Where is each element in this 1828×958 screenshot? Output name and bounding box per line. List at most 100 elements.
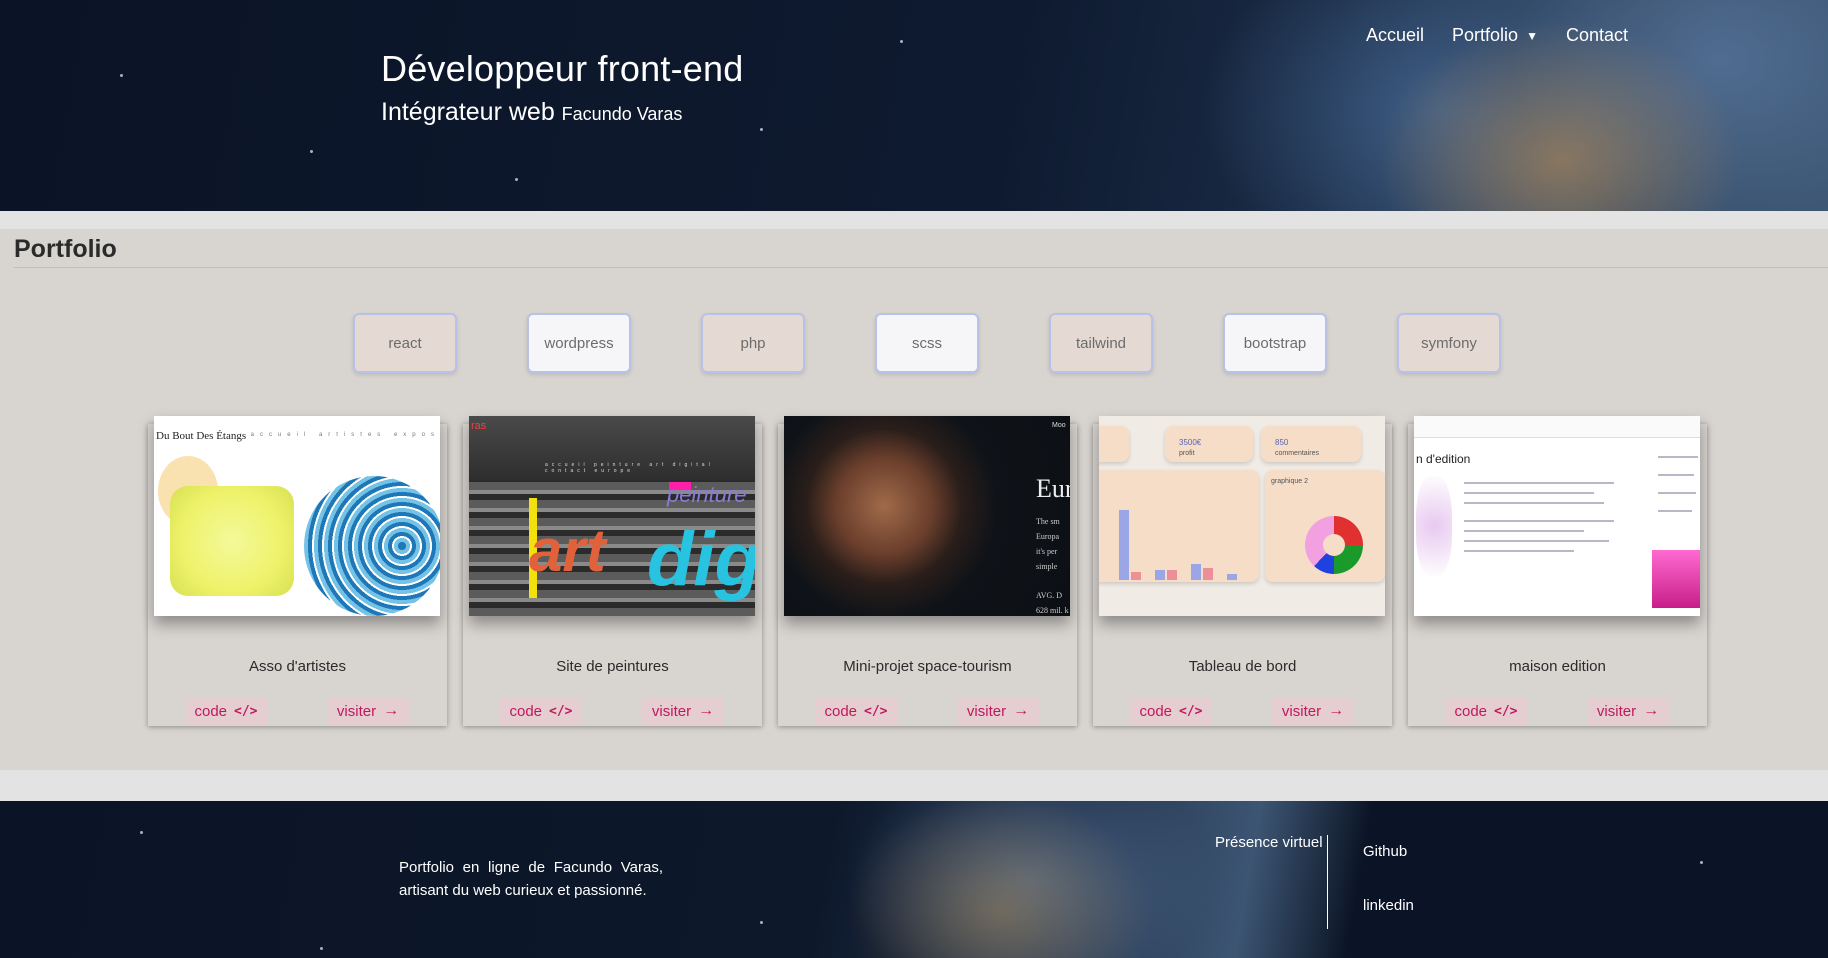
code-icon: </>	[1179, 703, 1203, 719]
code-button[interactable]: code </>	[815, 697, 897, 725]
thumbnail-logo: ras	[471, 420, 487, 432]
button-label: visiter	[966, 702, 1007, 720]
thumbnail-decoration	[1464, 530, 1584, 532]
visit-button[interactable]: visiter →	[1587, 697, 1669, 725]
thumbnail-decoration	[170, 486, 294, 596]
arrow-right-icon: →	[1013, 702, 1030, 719]
code-button[interactable]: code </>	[500, 697, 582, 725]
project-thumbnail[interactable]: 3500€ profit 850 commentaires graphique …	[1099, 416, 1385, 616]
subtitle-role: Intégrateur web	[381, 98, 555, 126]
nav-label: Contact	[1565, 25, 1629, 45]
button-label: visiter	[1281, 702, 1322, 720]
button-label: visiter	[336, 702, 377, 720]
project-thumbnail[interactable]: Du Bout Des Étangs accueil artistes expo…	[154, 416, 440, 616]
thumbnail-text: 850	[1275, 438, 1289, 447]
thumbnail-text: 3500€	[1179, 438, 1202, 447]
github-link[interactable]: Github	[1363, 843, 1407, 860]
thumbnail-decoration	[304, 476, 440, 616]
project-card: Du Bout Des Étangs accueil artistes expo…	[148, 416, 447, 726]
star-decoration	[320, 947, 323, 950]
visit-button[interactable]: visiter →	[327, 697, 409, 725]
thumbnail-bar	[1203, 568, 1213, 580]
project-card: ras accueil peinture art digital contact…	[463, 416, 762, 726]
divider	[14, 267, 1828, 268]
section-title: Portfolio	[14, 235, 117, 263]
arrow-right-icon: →	[1328, 702, 1345, 719]
nav-label: Accueil	[1366, 25, 1425, 45]
thumbnail-decoration	[1464, 492, 1594, 494]
button-label: visiter	[1596, 702, 1637, 720]
thumbnail-text: profit	[1179, 450, 1195, 457]
project-thumbnail[interactable]: Moo Eur The sm Europa it's per simple AV…	[784, 416, 1070, 616]
visit-button[interactable]: visiter →	[957, 697, 1039, 725]
filter-scss[interactable]: scss	[875, 313, 979, 373]
star-decoration	[515, 178, 518, 181]
thumbnail-decoration	[1464, 540, 1609, 542]
code-icon: </>	[1494, 703, 1518, 719]
thumbnail-decoration	[1464, 502, 1604, 504]
thumbnail-text: dig	[647, 517, 755, 602]
visit-button[interactable]: visiter →	[642, 697, 724, 725]
main-nav: Accueil Portfolio ▼ Contact	[1366, 25, 1628, 46]
thumbnail-text: peinture	[667, 482, 747, 507]
thumbnail-text: AVG. D 628 mil. k	[1036, 591, 1069, 615]
project-title: Tableau de bord	[1188, 658, 1297, 675]
project-title: Mini-projet space-tourism	[843, 658, 1012, 675]
filter-tailwind[interactable]: tailwind	[1049, 313, 1153, 373]
nav-item-accueil[interactable]: Accueil	[1366, 25, 1424, 46]
thumbnail-decoration	[1464, 520, 1614, 522]
footer-description: Portfolio en ligne de Facundo Varas, art…	[399, 859, 663, 899]
thumbnail-nav: accueil artistes expos	[250, 432, 440, 438]
project-thumbnail[interactable]: ras accueil peinture art digital contact…	[469, 416, 755, 616]
code-button[interactable]: code </>	[1445, 697, 1527, 725]
arrow-right-icon: →	[1643, 702, 1660, 719]
project-card: Moo Eur The sm Europa it's per simple AV…	[778, 416, 1077, 726]
visit-button[interactable]: visiter →	[1272, 697, 1354, 725]
nav-item-contact[interactable]: Contact	[1566, 25, 1628, 46]
project-title: maison edition	[1509, 658, 1606, 675]
thumbnail-bar	[1131, 572, 1141, 580]
site-header: Développeur front-end Intégrateur web Fa…	[0, 0, 1828, 211]
thumbnail-text: The sm Europa it's per simple	[1036, 517, 1060, 571]
nav-label: Portfolio	[1452, 25, 1519, 45]
thumbnail-bar	[1167, 570, 1177, 580]
filter-react[interactable]: react	[353, 313, 457, 373]
site-footer: Portfolio en ligne de Facundo Varas, art…	[0, 801, 1828, 958]
project-title: Asso d'artistes	[248, 658, 347, 675]
project-thumbnail[interactable]: n d'edition	[1414, 416, 1700, 616]
thumbnail-heading: Eur	[1036, 474, 1070, 503]
thumbnail-decoration	[1658, 474, 1694, 476]
project-grid: Du Bout Des Étangs accueil artistes expo…	[148, 416, 1707, 726]
thumbnail-bar	[1155, 570, 1165, 580]
button-label: code	[509, 702, 543, 720]
thumbnail-decoration	[1658, 456, 1698, 458]
project-title: Site de peintures	[556, 658, 669, 675]
linkedin-link[interactable]: linkedin	[1363, 897, 1414, 914]
thumbnail-nav: Moo	[1052, 422, 1066, 429]
star-decoration	[310, 150, 313, 153]
thumbnail-text: commentaires	[1275, 450, 1319, 457]
button-label: code	[824, 702, 858, 720]
thumbnail-text: art	[529, 517, 606, 584]
thumbnail-nav: accueil peinture art digital contact eur…	[545, 462, 714, 474]
nav-item-portfolio[interactable]: Portfolio ▼	[1452, 25, 1538, 46]
filter-php[interactable]: php	[701, 313, 805, 373]
star-decoration	[1700, 861, 1703, 864]
portfolio-section: Portfolio react wordpress php scss tailw…	[0, 229, 1828, 770]
thumbnail-decoration	[1658, 492, 1696, 494]
button-label: visiter	[651, 702, 692, 720]
code-button[interactable]: code </>	[1130, 697, 1212, 725]
star-decoration	[900, 40, 903, 43]
thumbnail-bar	[1119, 510, 1129, 580]
hero-titles: Développeur front-end Intégrateur web Fa…	[381, 48, 743, 127]
page-title: Développeur front-end	[381, 48, 744, 89]
filter-bootstrap[interactable]: bootstrap	[1223, 313, 1327, 373]
thumbnail-decoration	[1464, 550, 1574, 552]
page-subtitle: Intégrateur web Facundo Varas	[381, 98, 743, 127]
divider	[1327, 835, 1328, 929]
thumbnail-decoration	[1414, 416, 1700, 438]
filter-wordpress[interactable]: wordpress	[527, 313, 631, 373]
code-button[interactable]: code </>	[185, 697, 267, 725]
footer-presence-heading: Présence virtuel	[1215, 834, 1323, 851]
filter-symfony[interactable]: symfony	[1397, 313, 1501, 373]
